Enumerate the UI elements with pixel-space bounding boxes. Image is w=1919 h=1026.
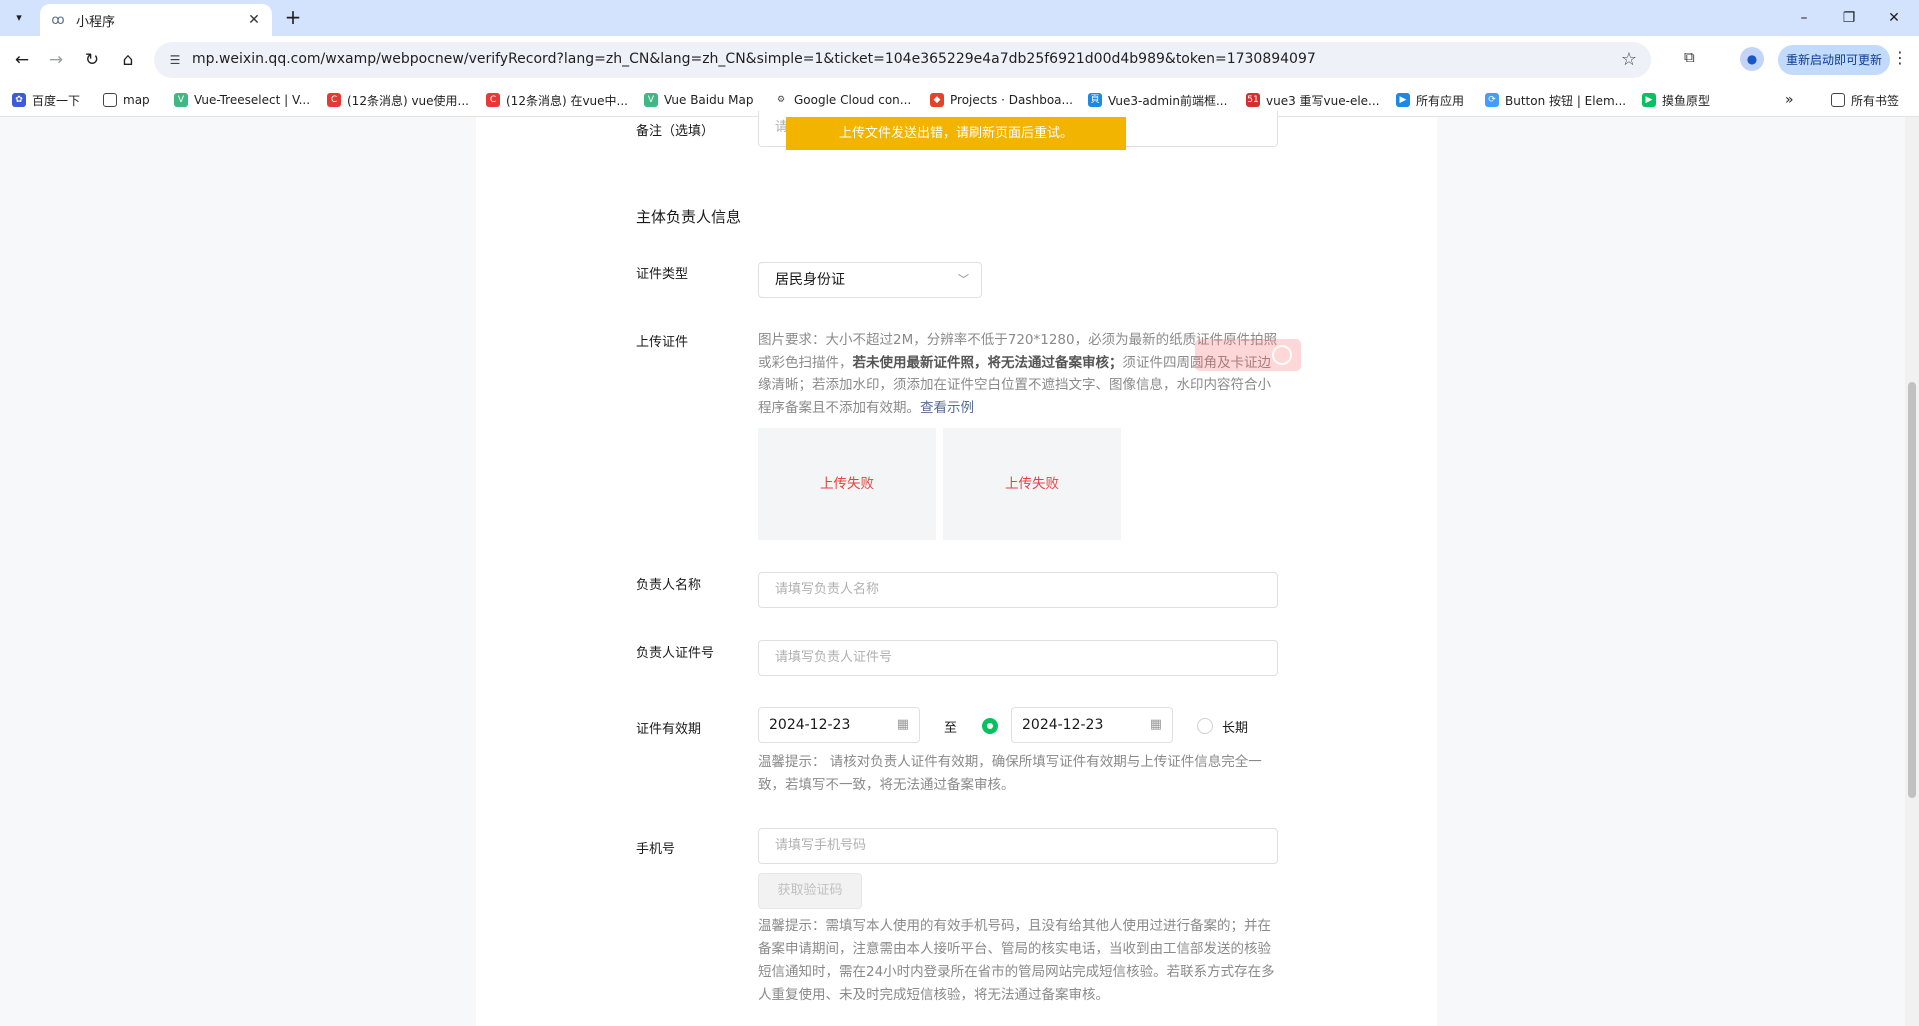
profile-avatar[interactable]: ●: [1740, 47, 1764, 71]
back-icon[interactable]: ←: [10, 48, 34, 72]
all-bookmarks[interactable]: 所有书签: [1831, 91, 1899, 109]
bookmark-item[interactable]: 頁 Vue3-admin前端框...: [1088, 91, 1227, 109]
name-label: 负责人名称: [636, 578, 702, 593]
id-number-label: 负责人证件号: [636, 646, 715, 661]
paw-icon: ✿: [12, 93, 26, 107]
long-term-radio[interactable]: [1197, 718, 1213, 734]
bookmark-star-icon[interactable]: ☆: [1621, 49, 1637, 70]
minimize-icon[interactable]: –: [1784, 6, 1824, 30]
bookmark-item[interactable]: C (12条消息) 在vue中...: [486, 91, 628, 109]
view-example-link[interactable]: 查看示例: [920, 400, 974, 416]
phone-input[interactable]: 请填写手机号码: [758, 828, 1278, 864]
bookmark-item[interactable]: ✿ 百度一下: [12, 91, 80, 109]
phone-label: 手机号: [636, 842, 676, 857]
bookmarks-overflow-icon[interactable]: »: [1785, 91, 1794, 109]
id-number-input[interactable]: 请填写负责人证件号: [758, 640, 1278, 676]
relaunch-update-button[interactable]: 重新启动即可更新: [1778, 45, 1890, 75]
id-type-select[interactable]: 居民身份证 ﹀: [758, 262, 982, 298]
vue-icon: V: [644, 93, 658, 107]
folder-icon: [103, 93, 117, 107]
site-info-icon[interactable]: ☰: [166, 51, 184, 69]
calendar-icon: ▦: [896, 717, 909, 732]
tab-title: 小程序: [76, 14, 116, 30]
section-title: 主体负责人信息: [636, 208, 742, 226]
validity-tip: 温馨提示： 请核对负责人证件有效期，确保所填写证件有效期与上传证件信息完全一致，…: [758, 754, 1262, 793]
more-menu-icon[interactable]: ⋮: [1892, 48, 1908, 67]
close-window-icon[interactable]: ✕: [1874, 6, 1914, 30]
phone-tip: 温馨提示：需填写本人使用的有效手机号码，且没有给其他人使用过进行备案的；并在备案…: [758, 918, 1275, 1003]
gitlab-icon: ◆: [930, 93, 944, 107]
fiftyone-icon: 51: [1246, 93, 1260, 107]
bookmark-item[interactable]: C (12条消息) vue使用...: [327, 91, 469, 109]
url-text[interactable]: mp.weixin.qq.com/wxamp/webpocnew/verifyR…: [192, 51, 1316, 67]
mini-program-icon: ꝏ: [51, 12, 65, 28]
bookmark-item[interactable]: ⟳ Button 按钮 | Elem...: [1485, 91, 1626, 109]
bookmark-item[interactable]: 51 vue3 重写vue-ele...: [1246, 91, 1380, 109]
validity-label: 证件有效期: [636, 722, 702, 737]
green-play-icon: ▶: [1642, 93, 1656, 107]
chevron-down-icon: ﹀: [958, 273, 969, 286]
end-date-radio[interactable]: [982, 718, 998, 734]
page-scrollbar[interactable]: [1905, 117, 1919, 1026]
reload-icon[interactable]: ↻: [80, 48, 104, 72]
id-type-value: 居民身份证: [775, 272, 845, 288]
bookmark-item[interactable]: V Vue-Treeselect | V...: [174, 91, 310, 109]
upload-slot-front[interactable]: 上传失败: [758, 428, 936, 540]
active-tab[interactable]: ꝏ 小程序 ✕: [40, 4, 272, 36]
extensions-icon[interactable]: ⧉: [1684, 48, 1695, 66]
address-bar[interactable]: ☰ mp.weixin.qq.com/wxamp/webpocnew/verif…: [154, 42, 1651, 78]
bookmark-item[interactable]: ⚙ Google Cloud con...: [774, 91, 911, 109]
close-tab-icon[interactable]: ✕: [246, 12, 262, 28]
csdn-icon: C: [486, 93, 500, 107]
search-icon: [1272, 345, 1292, 365]
bookmark-folder[interactable]: map: [103, 91, 150, 109]
name-input[interactable]: 请填写负责人名称: [758, 572, 1278, 608]
vue-icon: V: [174, 93, 188, 107]
scrollbar-thumb[interactable]: [1908, 382, 1916, 798]
upload-warning: 若未使用最新证件照，将无法通过备案审核；: [852, 354, 1123, 371]
validity-start-date[interactable]: 2024-12-23 ▦: [758, 707, 920, 743]
tab-search-icon[interactable]: ▾: [8, 6, 30, 28]
error-toast: 上传文件发送出错，请刷新页面后重试。: [786, 117, 1126, 150]
get-code-button[interactable]: 获取验证码: [758, 873, 862, 909]
home-icon[interactable]: ⌂: [116, 48, 140, 72]
to-separator: 至: [944, 721, 958, 736]
forward-icon[interactable]: →: [44, 48, 68, 72]
new-tab-icon[interactable]: +: [282, 7, 304, 29]
long-term-label: 长期: [1222, 721, 1249, 736]
play-icon: ▶: [1396, 93, 1410, 107]
id-type-label: 证件类型: [636, 267, 689, 282]
globe-icon: ⚙: [774, 93, 788, 107]
csdn-icon: C: [327, 93, 341, 107]
upload-label: 上传证件: [636, 335, 689, 350]
bookmark-item[interactable]: ▶ 所有应用: [1396, 91, 1464, 109]
bookmark-item[interactable]: V Vue Baidu Map: [644, 91, 753, 109]
upload-slot-back[interactable]: 上传失败: [943, 428, 1121, 540]
validity-end-date[interactable]: 2024-12-23 ▦: [1011, 707, 1173, 743]
tab-strip: ▾ ꝏ 小程序 ✕ + – ❐ ✕: [0, 0, 1919, 36]
folder-icon: [1831, 93, 1845, 107]
blue-square-icon: 頁: [1088, 93, 1102, 107]
bookmark-item[interactable]: ◆ Projects · Dashboa...: [930, 91, 1073, 109]
browser-toolbar: ← → ↻ ⌂ ☰ mp.weixin.qq.com/wxamp/webpocn…: [0, 36, 1919, 83]
remark-label: 备注（选填）: [636, 124, 715, 139]
element-icon: ⟳: [1485, 93, 1499, 107]
restore-icon[interactable]: ❐: [1829, 6, 1869, 30]
bookmark-item[interactable]: ▶ 摸鱼原型: [1642, 91, 1710, 109]
calendar-icon: ▦: [1149, 717, 1162, 732]
